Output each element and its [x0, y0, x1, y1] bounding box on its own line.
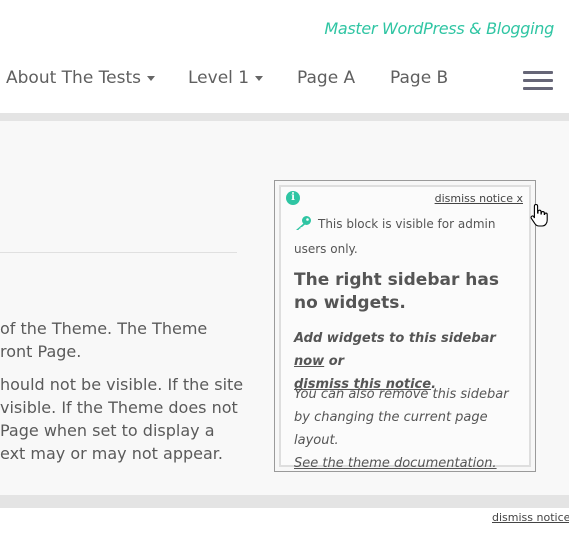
hamburger-menu-icon[interactable]	[523, 71, 553, 91]
main-navigation: About The Tests Level 1 Page A Page B	[0, 64, 569, 94]
theme-documentation-link[interactable]: See the theme documentation.	[294, 456, 497, 471]
add-widgets-now-link[interactable]: now	[294, 354, 324, 369]
nav-item-level-1[interactable]: Level 1	[188, 68, 264, 88]
info-icon: i	[286, 191, 300, 205]
header-divider	[0, 113, 569, 121]
nav-item-page-a[interactable]: Page A	[297, 68, 355, 88]
add-widgets-or: or	[324, 354, 345, 369]
add-widgets-text: Add widgets to this sidebar	[294, 331, 496, 346]
nav-item-label: Level 1	[188, 68, 250, 88]
content-divider	[0, 252, 237, 253]
remove-sidebar-note: You can also remove this sidebar by chan…	[294, 383, 524, 475]
notice-panel: i dismiss notice x This block is visible…	[279, 185, 548, 471]
admin-note-text-1: This block is visible for admin	[318, 217, 496, 231]
content-footer-divider	[0, 495, 569, 508]
remove-sidebar-text: You can also remove this sidebar by chan…	[294, 387, 509, 448]
content-paragraph-2: hould not be visible. If the site visibl…	[0, 373, 243, 465]
paragraph-line: visible. If the Theme does not	[0, 398, 238, 417]
site-tagline: Master WordPress & Blogging	[324, 19, 554, 38]
paragraph-line: Page when set to display a	[0, 421, 215, 440]
nav-item-page-b[interactable]: Page B	[390, 68, 448, 88]
content-paragraph-1: of the Theme. The Theme ront Page.	[0, 317, 207, 363]
notice-title: The right sidebar has no widgets.	[294, 270, 499, 313]
nav-item-label: About The Tests	[6, 68, 142, 88]
footer-dismiss-notice-link[interactable]: dismiss notice	[492, 511, 569, 524]
hand-pointer-icon	[530, 203, 548, 227]
dropdown-caret-icon	[147, 75, 156, 81]
paragraph-line: hould not be visible. If the site	[0, 375, 244, 394]
paragraph-line: ront Page.	[0, 342, 82, 361]
nav-item-label: Page B	[390, 68, 449, 88]
key-icon	[296, 216, 311, 230]
admin-note-text-2: users only.	[294, 242, 358, 256]
admin-visibility-note: This block is visible for admin users on…	[294, 212, 514, 262]
sidebar-admin-notice: i dismiss notice x This block is visible…	[274, 180, 548, 472]
nav-item-label: Page A	[297, 68, 356, 88]
dropdown-caret-icon	[255, 75, 264, 81]
paragraph-line: of the Theme. The Theme	[0, 319, 208, 338]
dismiss-notice-link[interactable]: dismiss notice x	[435, 192, 523, 205]
paragraph-line: ext may or may not appear.	[0, 444, 223, 463]
nav-item-about-the-tests[interactable]: About The Tests	[6, 68, 156, 88]
